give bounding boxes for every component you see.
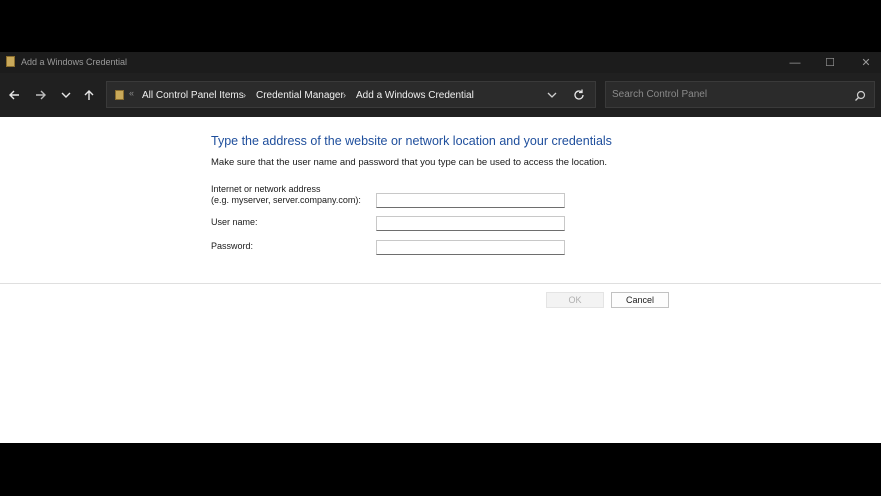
breadcrumb-separator-icon[interactable]: › (243, 90, 246, 100)
credential-window: Add a Windows Credential — ☐ ✕ « All Con… (0, 52, 881, 443)
address-label: Internet or network address (e.g. myserv… (211, 184, 361, 206)
username-label: User name: (211, 217, 258, 227)
username-field[interactable] (376, 216, 565, 231)
back-arrow-icon[interactable] (4, 85, 24, 105)
refresh-icon[interactable] (572, 88, 586, 102)
address-bar[interactable]: « All Control Panel Items › Credential M… (106, 81, 596, 108)
folder-icon (115, 90, 124, 100)
content-pane: Type the address of the website or netwo… (0, 117, 881, 443)
address-dropdown-icon[interactable] (545, 88, 559, 102)
breadcrumb-all-control-panel-items[interactable]: All Control Panel Items (142, 90, 244, 101)
breadcrumb-separator-icon[interactable]: › (343, 90, 346, 100)
search-input[interactable] (612, 86, 842, 103)
search-icon[interactable] (854, 89, 866, 101)
window-title: Add a Windows Credential (21, 57, 128, 67)
breadcrumb-add-windows-credential[interactable]: Add a Windows Credential (356, 90, 474, 101)
address-label-line1: Internet or network address (211, 184, 321, 194)
password-field[interactable] (376, 240, 565, 255)
search-box[interactable] (605, 81, 875, 108)
address-label-line2: (e.g. myserver, server.company.com): (211, 195, 361, 205)
password-label: Password: (211, 241, 254, 251)
forward-arrow-icon[interactable] (31, 85, 51, 105)
divider (0, 283, 881, 284)
network-address-field[interactable] (376, 193, 565, 208)
overflow-chevron-icon[interactable]: « (129, 88, 134, 98)
chevron-down-icon[interactable] (56, 85, 76, 105)
control-panel-icon (6, 56, 15, 67)
title-bar: Add a Windows Credential — ☐ ✕ (0, 52, 881, 73)
navigation-bar: « All Control Panel Items › Credential M… (0, 73, 881, 117)
up-arrow-icon[interactable] (79, 85, 99, 105)
ok-button[interactable]: OK (546, 292, 604, 308)
close-button[interactable]: ✕ (848, 52, 881, 73)
minimize-button[interactable]: — (777, 52, 813, 73)
maximize-button[interactable]: ☐ (812, 52, 848, 73)
breadcrumb-credential-manager[interactable]: Credential Manager (256, 90, 344, 101)
page-title: Type the address of the website or netwo… (211, 134, 612, 148)
cancel-button[interactable]: Cancel (611, 292, 669, 308)
page-description: Make sure that the user name and passwor… (211, 157, 608, 168)
